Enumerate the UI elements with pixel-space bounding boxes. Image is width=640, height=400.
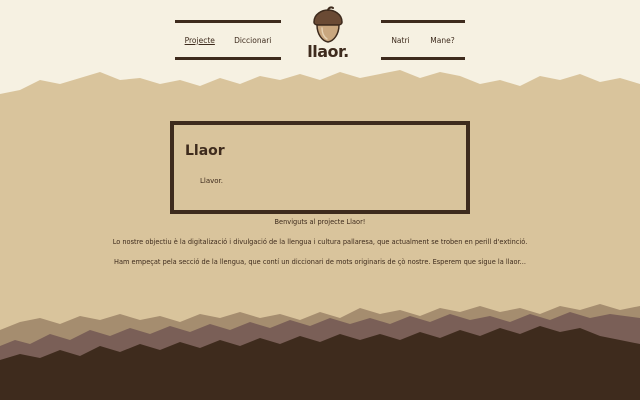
card-title: Llaor <box>185 143 225 159</box>
nav-link-diccionari[interactable]: Diccionari <box>234 36 271 45</box>
nav-left-group: Projecte Diccionari <box>175 20 281 60</box>
welcome-text: Benviguts al projecte Llaor! <box>274 218 366 226</box>
card-subtitle: Llavor. <box>200 177 224 185</box>
progress-text: Ham empeçat pela secció de la llengua, q… <box>114 258 526 266</box>
intro-card: Llaor Llavor. <box>170 121 470 214</box>
goal-text: Lo nostre objectiu è la digitalizació i … <box>112 238 528 246</box>
acorn-icon <box>313 6 343 43</box>
nav-link-projecte[interactable]: Projecte <box>185 36 215 45</box>
nav-right-group: Natri Mane? <box>381 20 465 60</box>
nav-link-mane[interactable]: Mane? <box>430 36 454 45</box>
logo-wordmark: llaor. <box>307 42 349 61</box>
logo[interactable]: llaor. <box>304 6 352 62</box>
nav-link-natri[interactable]: Natri <box>391 36 409 45</box>
